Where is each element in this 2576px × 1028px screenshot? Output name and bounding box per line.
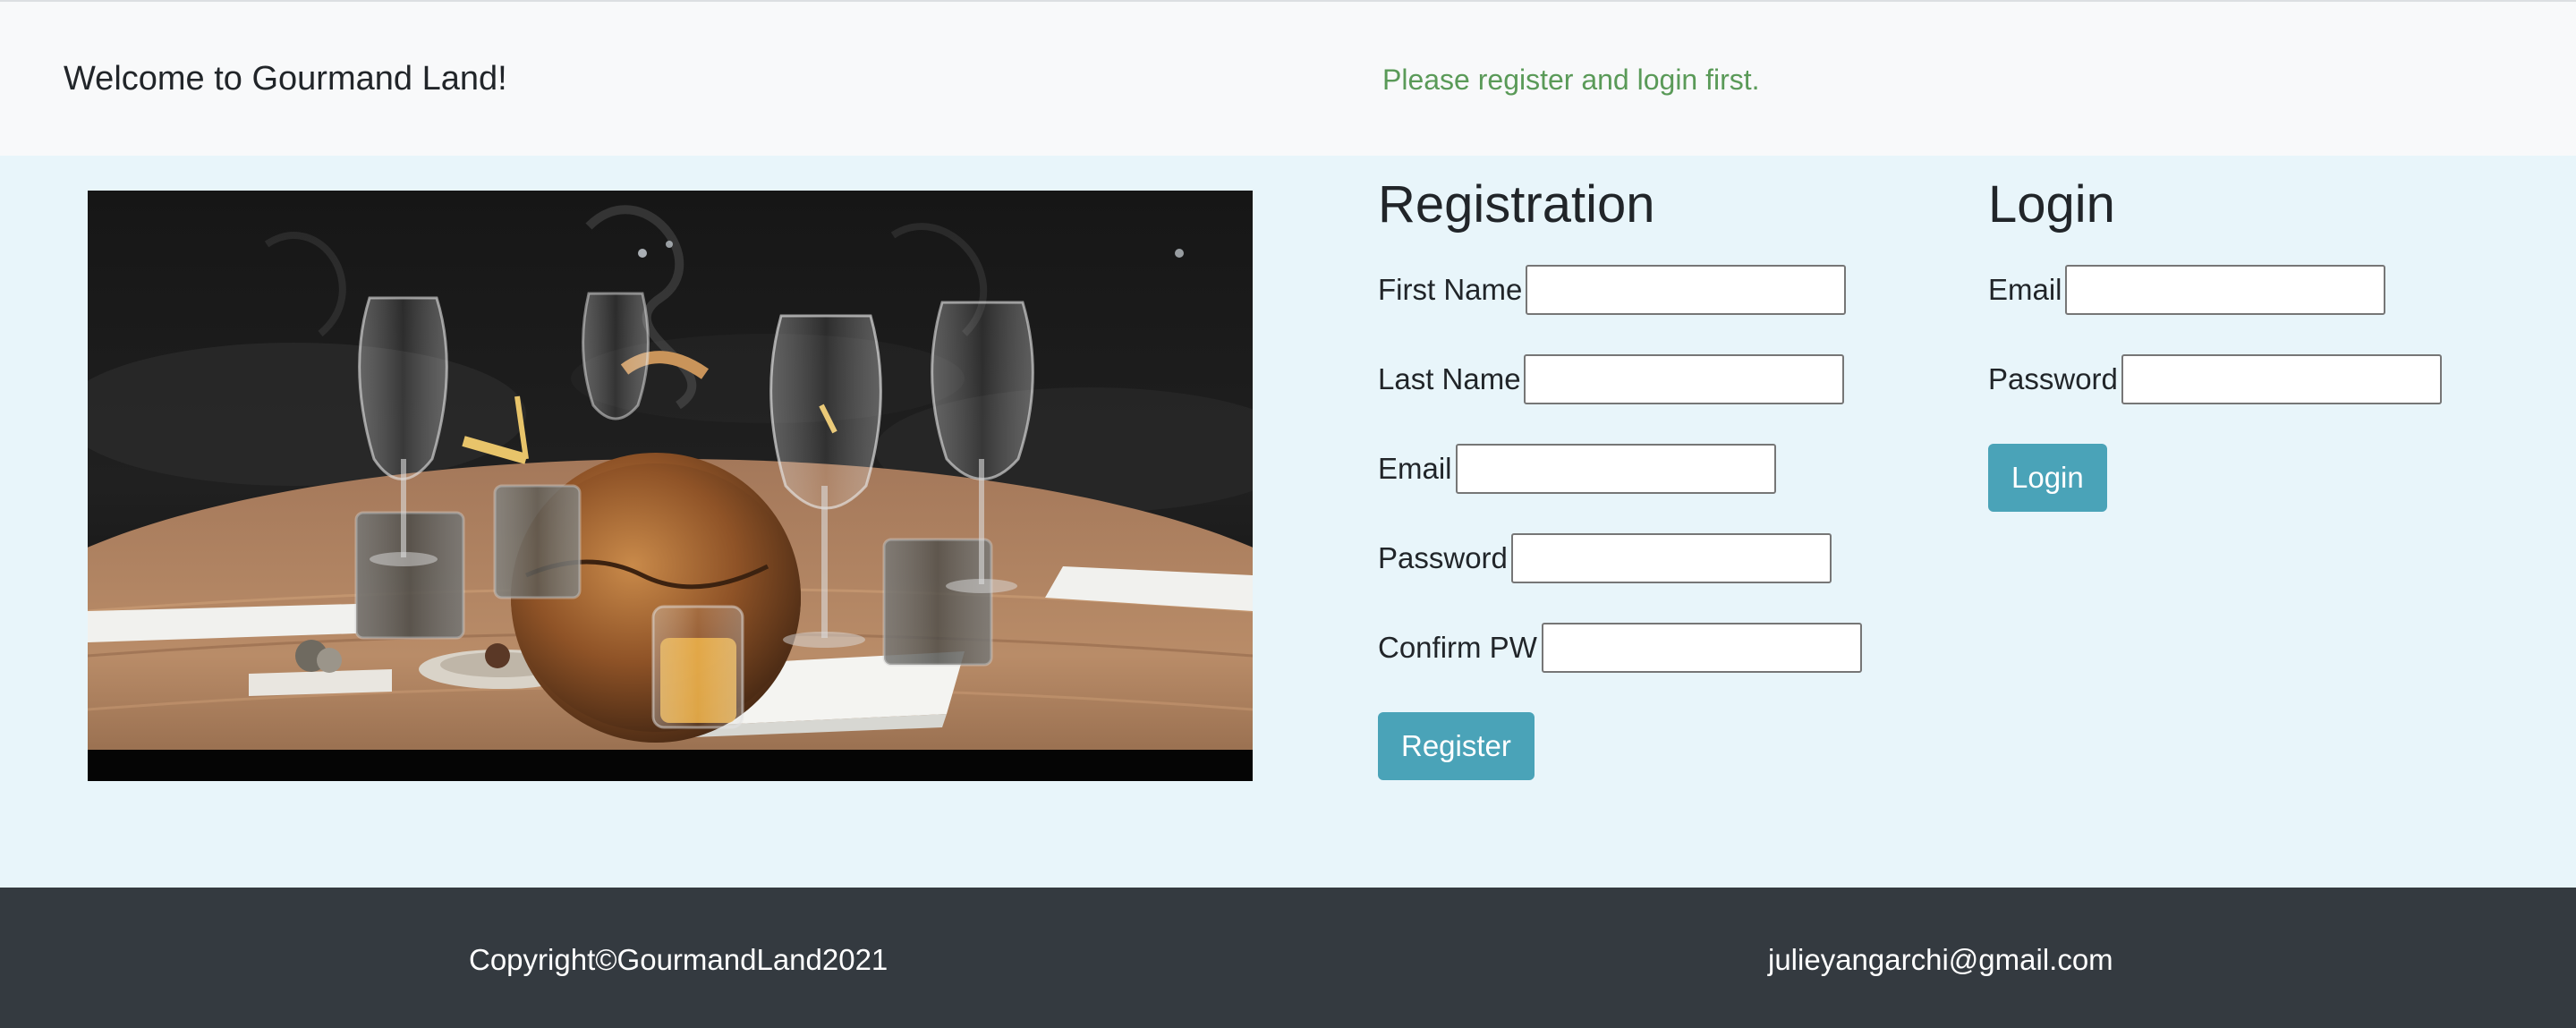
registration-password-label: Password [1378,541,1508,574]
register-button[interactable]: Register [1378,712,1535,780]
site-title: Welcome to Gourmand Land! [64,60,507,98]
restaurant-table-photo [88,191,1253,781]
confirm-password-label: Confirm PW [1378,631,1537,664]
login-email-label: Email [1988,273,2062,306]
registration-email-label: Email [1378,452,1452,485]
registration-password-input[interactable] [1511,533,1832,583]
registration-email-input[interactable] [1456,444,1776,494]
site-header: Welcome to Gourmand Land! Please registe… [0,2,2576,156]
first-name-input[interactable] [1526,265,1846,315]
login-email-input[interactable] [2065,265,2385,315]
login-password-input[interactable] [2121,354,2442,404]
registration-heading: Registration [1378,175,1655,234]
login-notice: Please register and login first. [1382,64,1760,96]
last-name-label: Last Name [1378,362,1521,395]
login-password-label: Password [1988,362,2118,395]
copyright-text: Copyright©GourmandLand2021 [469,943,888,976]
last-name-input[interactable] [1524,354,1844,404]
login-button[interactable]: Login [1988,444,2107,512]
login-heading: Login [1988,175,2115,234]
site-footer: Copyright©GourmandLand2021 julieyangarch… [0,888,2576,1028]
first-name-label: First Name [1378,273,1523,306]
contact-email: julieyangarchi@gmail.com [1768,943,2113,976]
confirm-password-input[interactable] [1542,623,1862,673]
